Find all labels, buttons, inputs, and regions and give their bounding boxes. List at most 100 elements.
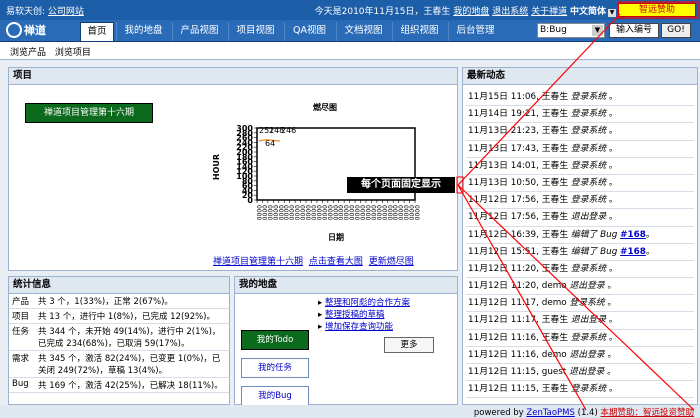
today-text: 今天是2010年11月15日，王春生 [314,7,451,17]
project-button[interactable]: 禅道项目管理第十六期 [25,103,153,123]
news-end: 。 [608,143,618,154]
tab-project[interactable]: 项目视图 [228,22,282,41]
news-action: 退出登录 [569,367,608,377]
footer-sponsor-link[interactable]: 本期赞助：智远投资赞助 [600,408,694,418]
chart-x-axis-label: 日期 [328,232,344,242]
news-end: 。 [608,160,618,171]
news-bug-link[interactable]: #168 [620,247,646,257]
news-row: 11月12日 16:39, 王春生 编辑了 Bug #168。 [466,227,694,244]
todo-item: ▸ 整理和阿彪的合作方案 [318,298,410,308]
news-row: 11月12日 11:17, demo 登录系统 。 [466,295,694,313]
logo-text: 禅道 [24,24,46,37]
tab-qa[interactable]: QA视图 [284,22,334,41]
news-end: 。 [608,315,618,326]
news-datetime: 11月12日 16:39, [468,229,542,240]
top-bar: 易软天创: 公司网站 今天是2010年11月15日，王春生 我的地盘 退出系统 … [0,0,700,20]
company-site-link[interactable]: 公司网站 [48,7,84,17]
news-action: 登录系统 [570,384,609,395]
logo[interactable]: 禅道 [6,22,74,40]
news-user: 王春生 [541,92,571,102]
tab-org[interactable]: 组织视图 [392,22,446,41]
news-action: 登录系统 [570,109,609,120]
stats-row: 任务共 344 个，未开始 49(14%)，进行中 2(1%)，已完成 234(… [9,324,229,351]
news-end: 。 [608,332,618,343]
language-select[interactable]: 中文简体 ▼ [570,4,616,17]
stats-value: 共 344 个，未开始 49(14%)，进行中 2(1%)，已完成 234(68… [38,327,221,349]
news-action: 登录系统 [570,177,609,188]
more-button[interactable]: 更多 [384,337,434,353]
stats-value: 共 169 个，激活 42(25%)，已解决 18(11%)。 [38,381,223,391]
stats-row: 产品共 3 个，1(33%)，正常 2(67%)。 [9,294,229,309]
chevron-down-icon: ▼ [592,25,603,36]
news-datetime: 11月12日 11:15, [468,384,542,395]
go-button[interactable]: GO! [661,23,691,38]
news-datetime: 11月12日 15:51, [468,246,542,257]
stats-panel-title: 统计信息 [9,277,229,294]
news-bug-link[interactable]: #168 [620,230,646,240]
news-row: 11月15日 11:06, 王春生 登录系统 。 [466,89,694,107]
chart-project-link[interactable]: 禅道项目管理第十六期 [213,257,303,267]
tab-admin[interactable]: 后台管理 [448,22,502,41]
update-burndown-link[interactable]: 更新燃尽图 [369,257,414,267]
chart-data-label: 246 [281,126,296,135]
sponsor-badge[interactable]: 智远赞助 [618,3,696,17]
news-action: 退出登录 [569,349,608,360]
view-large-link[interactable]: 点击查看大图 [309,257,363,267]
stats-key: 需求 [12,354,30,364]
todo-link-1[interactable]: 整理和阿彪的合作方案 [325,298,410,308]
sub-nav: 浏览产品 浏览项目 [0,42,700,60]
stats-row: 项目共 13 个，进行中 1(8%)，已完成 12(92%)。 [9,309,229,324]
news-user: 王春生 [541,109,571,120]
subnav-browse-project[interactable]: 浏览项目 [55,48,91,58]
news-row: 11月12日 17:56, 王春生 登录系统 。 [466,192,694,210]
subnav-browse-product[interactable]: 浏览产品 [10,48,46,58]
news-row: 11月14日 19:21, 王春生 登录系统 。 [466,106,694,124]
company-crumb: 易软天创: 公司网站 [6,7,84,17]
my-task-button[interactable]: 我的任务 [241,358,309,378]
news-end: 。 [645,229,655,240]
news-end: 。 [645,246,655,257]
news-action: 登录系统 [570,126,609,137]
my-land-link[interactable]: 我的地盘 [453,7,489,17]
news-user: demo [541,298,570,309]
object-type-select[interactable]: B:Bug ▼ [537,23,605,38]
news-datetime: 11月13日 14:01, [468,160,542,171]
news-user: 王春生 [541,263,571,274]
news-datetime: 11月13日 17:43, [468,143,542,154]
object-type-value: B:Bug [540,25,567,35]
news-datetime: 11月14日 19:21, [468,109,542,120]
tab-my-land[interactable]: 我的地盘 [116,22,170,41]
tab-product[interactable]: 产品视图 [172,22,226,41]
version-text: (1.4) [577,408,598,418]
main-nav: 禅道 首页 我的地盘 产品视图 项目视图 QA视图 文档视图 组织视图 后台管理… [0,20,700,42]
news-user: 王春生 [541,143,571,154]
todo-link-2[interactable]: 整理授稿的草稿 [325,310,385,320]
stats-row: 需求共 345 个，激活 82(24%)，已变更 1(0%)，已关闭 249(7… [9,351,229,378]
todo-item: ▸ 增加保存查询功能 [318,322,393,332]
stats-key: 产品 [12,297,30,307]
zentao-link[interactable]: ZenTaoPMS [526,408,575,418]
my-bug-button[interactable]: 我的Bug [241,386,309,406]
news-row: 11月12日 11:17, 王春生 退出登录 。 [466,312,694,330]
news-datetime: 11月15日 11:06, [468,92,542,102]
powered-by-text: powered by [473,408,524,418]
todo-link-3[interactable]: 增加保存查询功能 [325,322,393,332]
news-action: 编辑了 Bug [570,246,621,257]
user-info: 今天是2010年11月15日，王春生 我的地盘 退出系统 关于禅道 中文简体 ▼ [315,4,616,17]
tab-doc[interactable]: 文档视图 [336,22,390,41]
news-action: 编辑了 Bug [570,229,621,240]
news-datetime: 11月12日 17:56, [468,195,542,206]
news-row: 11月12日 15:51, 王春生 编辑了 Bug #168。 [466,244,694,261]
tab-home[interactable]: 首页 [80,22,114,41]
news-row: 11月12日 11:20, 王春生 登录系统 。 [466,261,694,279]
about-link[interactable]: 关于禅道 [531,7,567,17]
id-input[interactable]: 输入编号 [609,23,659,38]
news-row: 11月12日 11:15, guest 退出登录 。 [466,364,694,382]
chart-x-tick-label: 0000 [413,205,420,220]
logout-link[interactable]: 退出系统 [492,7,528,17]
news-user: 王春生 [541,160,571,171]
my-todo-button[interactable]: 我的Todo [241,330,309,350]
news-end: 。 [608,384,618,395]
stats-key: 任务 [12,327,30,337]
stats-key: Bug [12,379,29,389]
